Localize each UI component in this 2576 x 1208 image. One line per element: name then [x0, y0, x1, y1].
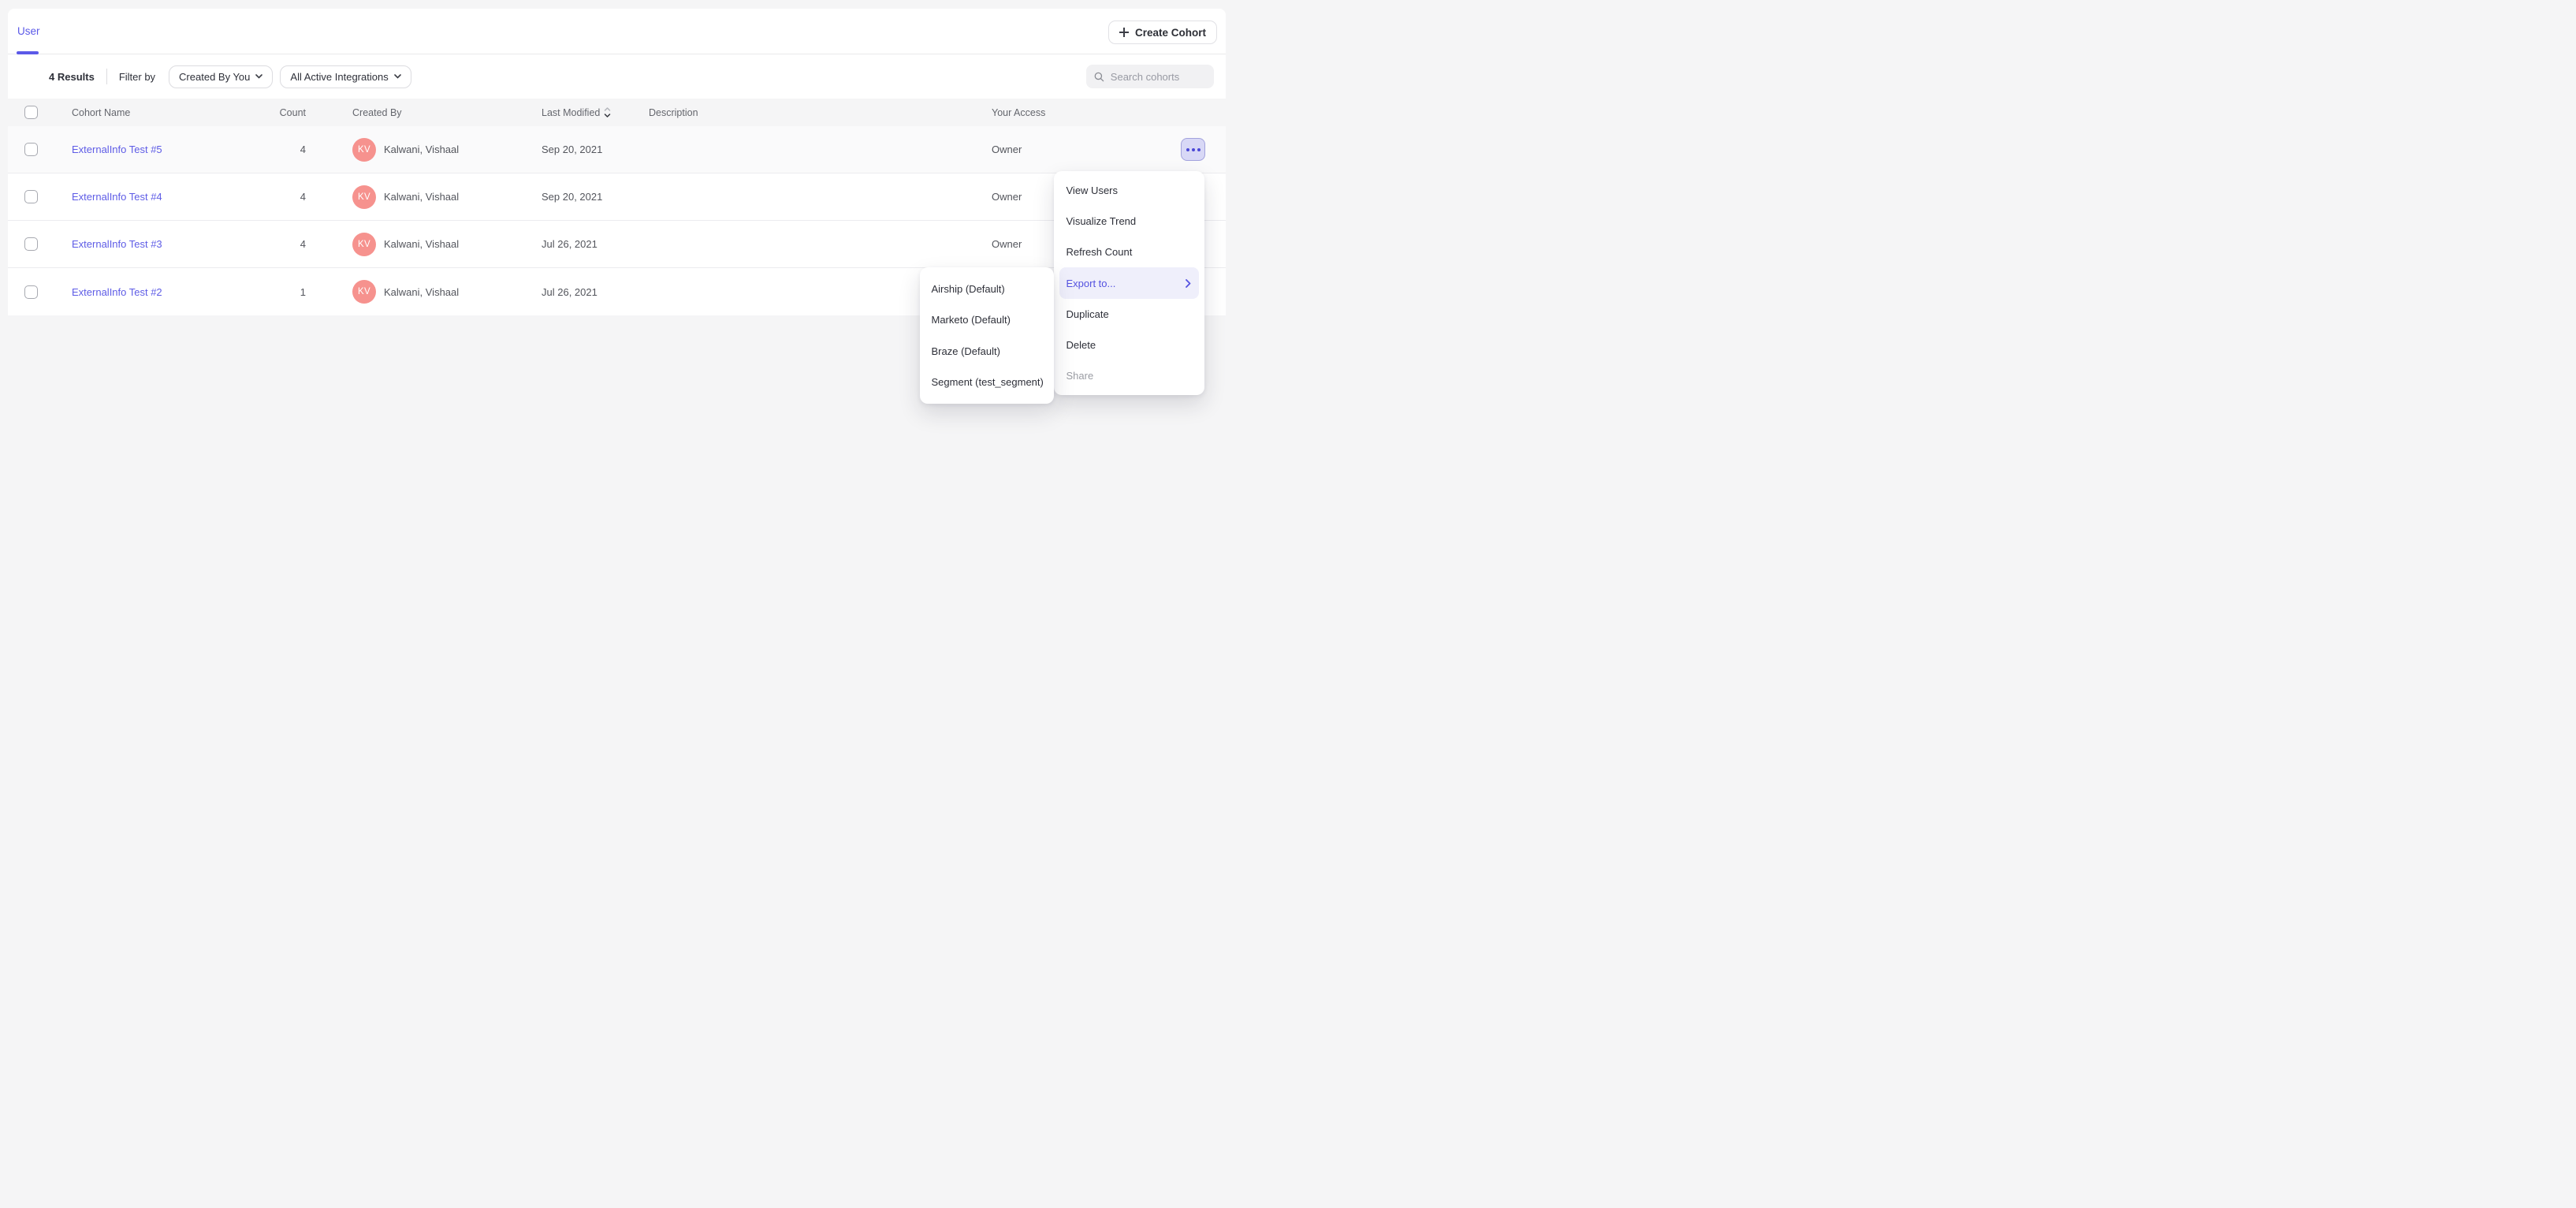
created-by-filter-label: Created By You — [179, 71, 250, 83]
integrations-filter-dropdown[interactable]: All Active Integrations — [280, 65, 411, 88]
table-row: ExternalInfo Test #3 4 KV Kalwani, Visha… — [8, 221, 1226, 268]
row-checkbox[interactable] — [24, 190, 38, 203]
submenu-item-marketo[interactable]: Marketo (Default) — [920, 304, 1054, 335]
avatar: KV — [352, 138, 376, 162]
column-header-created-by: Created By — [352, 107, 542, 118]
menu-item-delete[interactable]: Delete — [1054, 330, 1204, 360]
submenu-item-airship[interactable]: Airship (Default) — [920, 274, 1054, 304]
create-cohort-label: Create Cohort — [1135, 27, 1206, 39]
cohort-name-link[interactable]: ExternalInfo Test #5 — [72, 144, 253, 155]
search-input[interactable] — [1111, 71, 1206, 83]
plus-icon — [1119, 28, 1129, 37]
search-box — [1086, 65, 1214, 88]
cohort-count: 1 — [253, 286, 306, 298]
creator-name: Kalwani, Vishaal — [384, 286, 459, 298]
row-context-menu: View Users Visualize Trend Refresh Count… — [1054, 171, 1204, 395]
row-checkbox[interactable] — [24, 143, 38, 156]
more-options-icon — [1186, 148, 1189, 151]
chevron-down-icon — [394, 74, 401, 79]
cohort-name-link[interactable]: ExternalInfo Test #4 — [72, 191, 253, 203]
last-modified-date: Jul 26, 2021 — [542, 286, 649, 298]
column-header-description: Description — [649, 107, 992, 118]
last-modified-date: Sep 20, 2021 — [542, 191, 649, 203]
cohort-count: 4 — [253, 238, 306, 250]
cohort-count: 4 — [253, 191, 306, 203]
column-header-your-access: Your Access — [992, 107, 1181, 118]
cohort-name-link[interactable]: ExternalInfo Test #3 — [72, 238, 253, 250]
access-level: Owner — [992, 144, 1181, 155]
toolbar-divider — [106, 69, 107, 84]
row-checkbox[interactable] — [24, 237, 38, 251]
create-cohort-button[interactable]: Create Cohort — [1108, 21, 1217, 44]
submenu-item-braze[interactable]: Braze (Default) — [920, 336, 1054, 367]
filter-by-label: Filter by — [119, 71, 155, 83]
menu-item-share: Share — [1054, 360, 1204, 391]
avatar: KV — [352, 280, 376, 304]
submenu-item-segment[interactable]: Segment (test_segment) — [920, 367, 1054, 397]
table-row: ExternalInfo Test #5 4 KV Kalwani, Visha… — [8, 126, 1226, 173]
integrations-filter-label: All Active Integrations — [290, 71, 388, 83]
menu-item-duplicate[interactable]: Duplicate — [1054, 299, 1204, 330]
created-by-filter-dropdown[interactable]: Created By You — [169, 65, 273, 88]
select-all-checkbox[interactable] — [24, 106, 38, 119]
cohort-name-link[interactable]: ExternalInfo Test #2 — [72, 286, 253, 298]
menu-item-export-to[interactable]: Export to... — [1059, 267, 1199, 298]
toolbar: 4 Results Filter by Created By You All A… — [8, 54, 1226, 99]
last-modified-date: Sep 20, 2021 — [542, 144, 649, 155]
avatar: KV — [352, 233, 376, 256]
last-modified-date: Jul 26, 2021 — [542, 238, 649, 250]
cohort-count: 4 — [253, 144, 306, 155]
avatar: KV — [352, 185, 376, 209]
creator-name: Kalwani, Vishaal — [384, 238, 459, 250]
tab-bar: User Create Cohort — [8, 9, 1226, 54]
table-row: ExternalInfo Test #4 4 KV Kalwani, Visha… — [8, 173, 1226, 221]
table-header: Cohort Name Count Created By Last Modifi… — [8, 99, 1226, 126]
menu-item-refresh-count[interactable]: Refresh Count — [1054, 237, 1204, 267]
results-count: 4 Results — [49, 71, 95, 83]
chevron-down-icon — [255, 74, 262, 79]
creator-name: Kalwani, Vishaal — [384, 144, 459, 155]
column-header-count: Count — [253, 107, 306, 118]
chevron-right-icon — [1186, 279, 1191, 288]
column-header-last-modified[interactable]: Last Modified — [542, 107, 649, 118]
menu-item-visualize-trend[interactable]: Visualize Trend — [1054, 206, 1204, 237]
search-icon — [1094, 71, 1104, 83]
more-options-button[interactable] — [1181, 138, 1205, 161]
active-tab-underline — [17, 51, 39, 54]
export-submenu: Airship (Default) Marketo (Default) Braz… — [920, 267, 1054, 404]
tab-user[interactable]: User — [17, 9, 40, 54]
menu-item-view-users[interactable]: View Users — [1054, 175, 1204, 206]
column-header-cohort-name: Cohort Name — [72, 107, 253, 118]
creator-name: Kalwani, Vishaal — [384, 191, 459, 203]
row-checkbox[interactable] — [24, 285, 38, 299]
sort-icon — [604, 107, 611, 117]
